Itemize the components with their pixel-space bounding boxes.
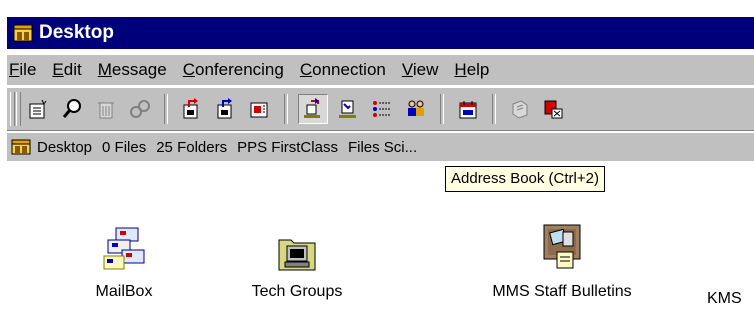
toolbar bbox=[7, 87, 754, 131]
mms-staff-bulletins-item[interactable]: MMS Staff Bulletins bbox=[472, 222, 652, 301]
desktop-icon bbox=[11, 139, 31, 155]
collaborators-icon[interactable] bbox=[402, 95, 430, 123]
menu-edit[interactable]: Edit bbox=[44, 60, 89, 80]
new-document-icon[interactable] bbox=[24, 95, 52, 123]
toolbar-grip-2[interactable] bbox=[16, 92, 21, 126]
status-files: 0 Files bbox=[102, 138, 147, 156]
tech-groups-label: Tech Groups bbox=[251, 283, 343, 300]
tech-groups-item[interactable]: Tech Groups bbox=[242, 232, 352, 301]
notes-icon[interactable] bbox=[506, 95, 534, 123]
desktop-icon bbox=[13, 24, 33, 42]
history-icon[interactable] bbox=[368, 95, 396, 123]
menu-message[interactable]: Message bbox=[90, 60, 175, 80]
directory-icon[interactable] bbox=[334, 95, 362, 123]
mailbox-icon bbox=[103, 227, 145, 270]
mailbox-label: MailBox bbox=[95, 283, 153, 300]
status-location: Desktop bbox=[37, 138, 93, 156]
menu-view[interactable]: View bbox=[394, 60, 447, 80]
menu-bar: File Edit Message Conferencing Connectio… bbox=[7, 55, 754, 85]
status-folders: 25 Folders bbox=[156, 138, 228, 156]
tooltip: Address Book (Ctrl+2) bbox=[445, 166, 605, 192]
menu-help[interactable]: Help bbox=[446, 60, 497, 80]
forward-icon[interactable] bbox=[246, 95, 274, 123]
window-title: Desktop bbox=[39, 22, 114, 43]
mms-staff-bulletins-label: MMS Staff Bulletins bbox=[492, 283, 632, 300]
mailbox-item[interactable]: MailBox bbox=[79, 222, 169, 301]
status-server: PPS FirstClass bbox=[237, 138, 338, 156]
bulletin-board-icon bbox=[543, 224, 581, 269]
kms-item[interactable]: KMS bbox=[707, 284, 754, 308]
calendar-icon[interactable] bbox=[454, 95, 482, 123]
toolbar-grip[interactable] bbox=[10, 92, 15, 126]
reply-icon[interactable] bbox=[212, 95, 240, 123]
desktop-area: MailBox Tech Groups MMS Staff Bulletins … bbox=[7, 162, 754, 316]
status-extra: Files Sci... bbox=[347, 138, 418, 156]
menu-conferencing[interactable]: Conferencing bbox=[175, 60, 292, 80]
menu-connection[interactable]: Connection bbox=[292, 60, 394, 80]
menu-file[interactable]: File bbox=[7, 60, 44, 80]
toolbar-separator bbox=[492, 94, 496, 124]
delete-icon[interactable] bbox=[92, 95, 120, 123]
toolbar-separator bbox=[164, 94, 168, 124]
address-book-icon[interactable] bbox=[298, 94, 328, 124]
quit-icon[interactable] bbox=[540, 95, 568, 123]
find-icon[interactable] bbox=[58, 95, 86, 123]
toolbar-separator bbox=[440, 94, 444, 124]
title-bar[interactable]: Desktop bbox=[7, 17, 754, 49]
top-strip bbox=[0, 0, 754, 17]
link-icon[interactable] bbox=[126, 95, 154, 123]
status-bar: Desktop 0 Files 25 Folders PPS FirstClas… bbox=[7, 133, 754, 161]
toolbar-separator bbox=[284, 94, 288, 124]
folder-computer-icon bbox=[278, 239, 316, 271]
send-icon[interactable] bbox=[178, 95, 206, 123]
kms-label: KMS bbox=[707, 290, 742, 307]
